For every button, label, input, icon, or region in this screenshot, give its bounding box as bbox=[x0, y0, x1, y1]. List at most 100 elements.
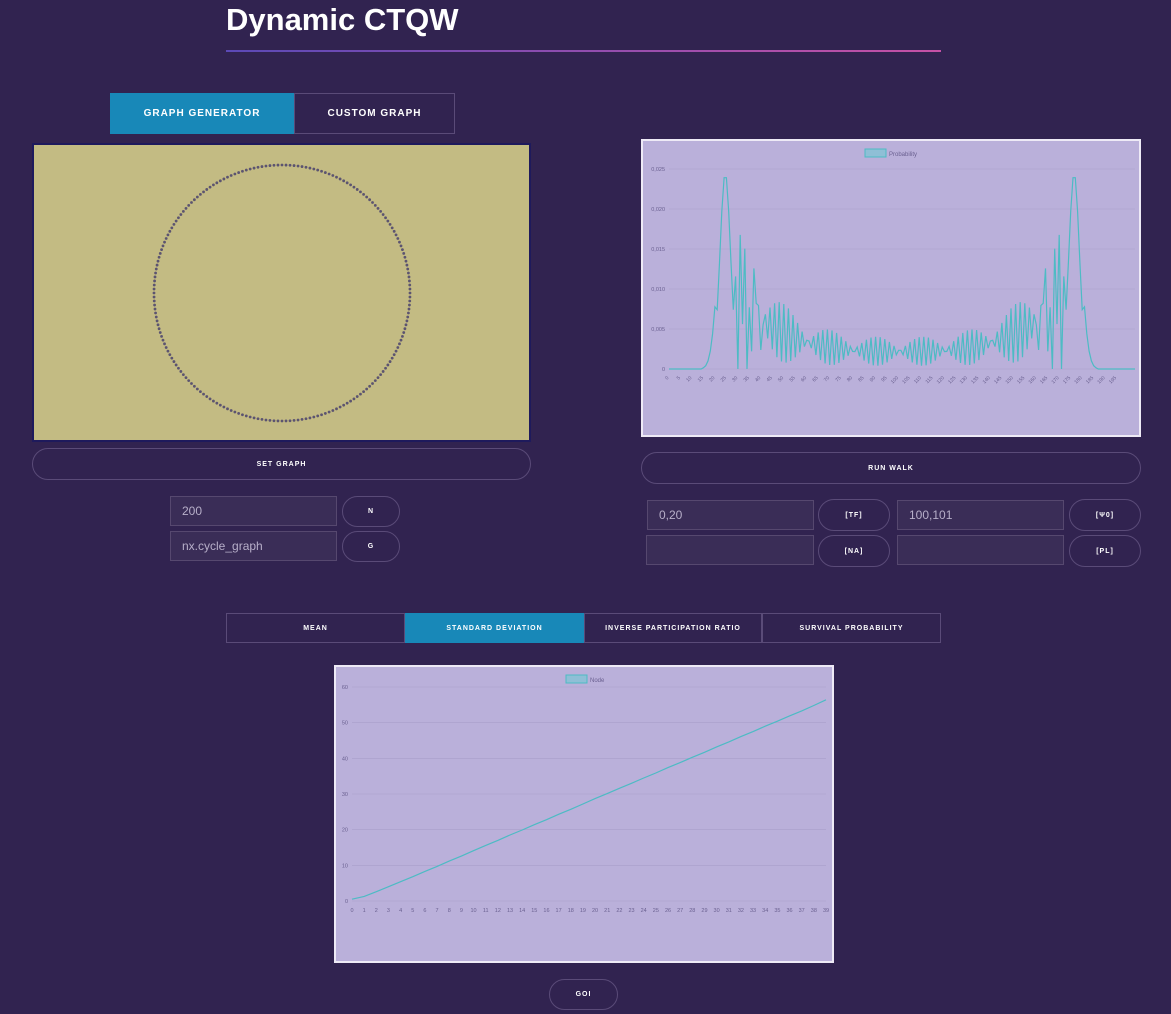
x-tick-label: 28 bbox=[689, 908, 695, 914]
graph-node bbox=[316, 414, 320, 418]
na-input[interactable] bbox=[646, 535, 814, 565]
na-button[interactable]: [NA] bbox=[818, 535, 890, 567]
x-tick-label: 23 bbox=[628, 908, 634, 914]
tab-custom-graph[interactable]: CUSTOM GRAPH bbox=[294, 93, 455, 134]
set-graph-button[interactable]: SET GRAPH bbox=[32, 448, 531, 480]
graph-node bbox=[268, 164, 272, 167]
x-tick-label: 38 bbox=[811, 908, 817, 914]
graph-node bbox=[408, 283, 412, 287]
graph-node bbox=[406, 315, 410, 319]
graph-node bbox=[190, 201, 193, 204]
graph-node bbox=[405, 319, 409, 323]
graph-node bbox=[154, 267, 158, 271]
tab-inverse-participation-ratio[interactable]: INVERSE PARTICIPATION RATIO bbox=[584, 613, 762, 643]
graph-node bbox=[408, 295, 412, 299]
standard-deviation-chart: Node 0 10 20 30 40 50 60 0 1 2 3 4 5 6 7 8 9 10 11 12 13 14 15… bbox=[334, 665, 834, 963]
n-button[interactable]: N bbox=[342, 496, 400, 527]
x-tick-label: 10 bbox=[470, 908, 476, 914]
graph-node bbox=[215, 181, 219, 185]
n-input[interactable] bbox=[170, 496, 337, 526]
psi0-button[interactable]: [Ψ0] bbox=[1069, 499, 1141, 531]
x-tick-label: 0 bbox=[350, 908, 353, 914]
graph-node bbox=[401, 248, 404, 252]
graph-node bbox=[335, 407, 338, 411]
tab-survival-probability[interactable]: SURVIVAL PROBABILITY bbox=[762, 613, 941, 643]
graph-node bbox=[359, 392, 362, 396]
tf-input[interactable] bbox=[647, 500, 814, 530]
x-tick-label: 185 bbox=[1085, 375, 1095, 385]
graph-node bbox=[392, 353, 396, 357]
graph-node bbox=[222, 177, 226, 181]
graph-node bbox=[390, 356, 394, 360]
g-button[interactable]: G bbox=[342, 531, 400, 562]
graph-node bbox=[371, 201, 374, 204]
x-tick-label: 120 bbox=[936, 375, 946, 385]
graph-node bbox=[164, 237, 168, 240]
graph-node bbox=[161, 338, 165, 342]
tab-graph-generator[interactable]: GRAPH GENERATOR bbox=[110, 93, 294, 134]
graph-node bbox=[153, 279, 156, 283]
cycle-graph-drawing bbox=[152, 163, 412, 423]
graph-canvas[interactable] bbox=[32, 143, 531, 442]
legend-swatch bbox=[565, 674, 588, 684]
graph-node bbox=[304, 165, 308, 169]
x-tick-label: 6 bbox=[423, 908, 426, 914]
graph-node bbox=[345, 401, 349, 405]
run-walk-button[interactable]: RUN WALK bbox=[641, 452, 1141, 484]
x-tick-label: 45 bbox=[766, 375, 774, 383]
legend-label: Node bbox=[590, 678, 605, 684]
pl-input[interactable] bbox=[897, 535, 1064, 565]
graph-node bbox=[153, 275, 157, 279]
graph-node bbox=[152, 283, 156, 287]
graph-node bbox=[394, 349, 398, 353]
graph-node bbox=[212, 399, 215, 403]
graph-node bbox=[226, 175, 229, 179]
node-legend: Node bbox=[565, 674, 605, 684]
graph-node bbox=[184, 376, 188, 380]
graph-node bbox=[342, 179, 346, 183]
graph-node bbox=[226, 407, 229, 411]
graph-node bbox=[268, 419, 272, 422]
x-tick-label: 40 bbox=[754, 375, 762, 383]
y-tick-label: 0,025 bbox=[651, 167, 665, 173]
x-tick-label: 9 bbox=[460, 908, 463, 914]
x-tick-label: 36 bbox=[786, 908, 792, 914]
x-tick-label: 85 bbox=[857, 375, 865, 383]
graph-node bbox=[342, 403, 346, 407]
g-input[interactable] bbox=[170, 531, 337, 561]
page-title: Dynamic CTQW bbox=[226, 2, 459, 37]
graph-node bbox=[284, 163, 288, 167]
graph-node bbox=[158, 331, 162, 334]
graph-node bbox=[316, 168, 320, 172]
graph-node bbox=[179, 370, 183, 373]
graph-node bbox=[155, 319, 159, 323]
graph-node bbox=[248, 415, 252, 419]
graph-node bbox=[163, 342, 166, 346]
graph-node bbox=[161, 244, 165, 248]
pl-button[interactable]: [PL] bbox=[1069, 535, 1141, 567]
psi0-input[interactable] bbox=[897, 500, 1064, 530]
graph-node bbox=[152, 299, 156, 303]
graph-node bbox=[407, 271, 410, 275]
graph-node bbox=[401, 334, 404, 338]
graph-node bbox=[365, 195, 369, 199]
graph-node bbox=[384, 216, 387, 220]
graph-node bbox=[379, 210, 383, 213]
graph-node bbox=[244, 414, 248, 418]
tf-button[interactable]: [TF] bbox=[818, 499, 890, 531]
graph-node bbox=[202, 190, 205, 194]
graph-node bbox=[199, 390, 202, 394]
x-tick-label: 14 bbox=[519, 908, 525, 914]
tab-standard-deviation[interactable]: STANDARD DEVIATION bbox=[405, 613, 584, 643]
goi-button[interactable]: GOI bbox=[549, 979, 618, 1010]
graph-node bbox=[166, 349, 170, 353]
x-tick-label: 140 bbox=[982, 375, 992, 385]
graph-node bbox=[208, 397, 212, 401]
x-tick-label: 17 bbox=[556, 908, 562, 914]
graph-node bbox=[300, 418, 304, 421]
graph-node bbox=[407, 311, 410, 315]
graph-node bbox=[371, 382, 374, 385]
graph-node bbox=[195, 387, 199, 391]
tab-mean[interactable]: MEAN bbox=[226, 613, 405, 643]
graph-node bbox=[154, 271, 157, 275]
